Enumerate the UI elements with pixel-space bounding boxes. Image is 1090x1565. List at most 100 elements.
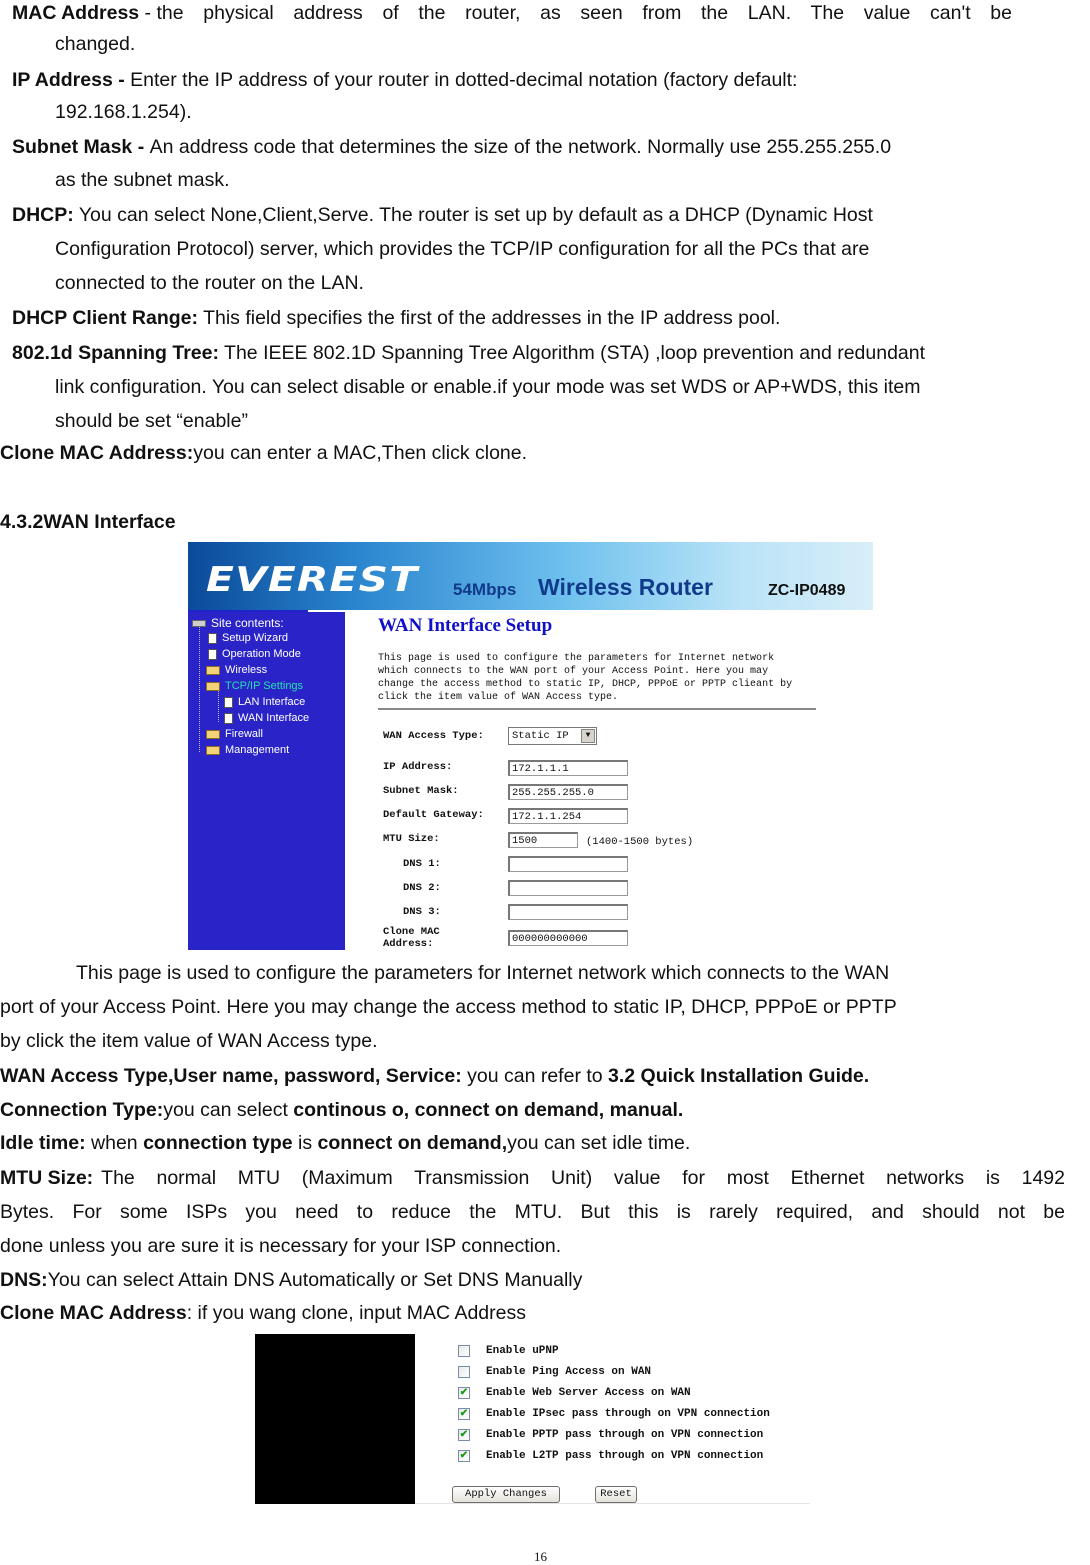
- def-text: You can select Attain DNS Automatically …: [47, 1269, 583, 1291]
- dns1-label: DNS 1:: [403, 858, 441, 870]
- def-text: link configuration. You can select disab…: [55, 376, 921, 398]
- term: DNS:: [0, 1269, 48, 1291]
- tree-item-firewall[interactable]: Firewall: [206, 728, 263, 740]
- folder-icon: [206, 745, 220, 755]
- wan-intro-line: by click the item value of WAN Access ty…: [0, 1030, 378, 1052]
- def-text: The IEEE 802.1D Spanning Tree Algorithm …: [218, 342, 926, 364]
- term: Clone MAC Address:: [0, 442, 194, 464]
- document-icon: [208, 648, 217, 660]
- option-web-server-access[interactable]: ✔ Enable Web Server Access on WAN: [458, 1387, 691, 1399]
- dns2-input[interactable]: [508, 880, 628, 896]
- def-connection-type: Connection Type:you can select continous…: [0, 1099, 683, 1121]
- checkbox-label: Enable uPNP: [486, 1345, 559, 1357]
- def-text: connected to the router on the LAN.: [55, 272, 364, 294]
- checkbox-upnp[interactable]: [458, 1345, 470, 1357]
- tree-item-label: Setup Wizard: [222, 632, 289, 644]
- def-text: when: [85, 1132, 144, 1154]
- checkbox-ipsec-passthrough[interactable]: ✔: [458, 1408, 470, 1420]
- def-idle-time: Idle time: when connection type is conne…: [0, 1132, 690, 1154]
- banner-model: ZC-IP0489: [768, 582, 846, 599]
- banner-product: Wireless Router: [538, 574, 713, 600]
- folder-icon: [206, 729, 220, 739]
- tree-item-wan-interface[interactable]: WAN Interface: [224, 712, 309, 724]
- tree-item-label: Management: [225, 744, 290, 756]
- wan-access-type-label: WAN Access Type:: [383, 730, 484, 742]
- def-clone-mac: Clone MAC Address:you can enter a MAC,Th…: [0, 442, 527, 464]
- tree-line: [199, 626, 200, 752]
- term: IP Address -: [12, 69, 131, 91]
- default-gateway-label: Default Gateway:: [383, 809, 484, 821]
- option-l2tp-passthrough[interactable]: ✔ Enable L2TP pass through on VPN connec…: [458, 1450, 763, 1462]
- tree-item-tcpip-settings[interactable]: TCP/IP Settings: [206, 680, 303, 692]
- checkbox-web-server-access[interactable]: ✔: [458, 1387, 470, 1399]
- dns2-label: DNS 2:: [403, 882, 441, 894]
- def-text: Configuration Protocol) server, which pr…: [55, 238, 870, 260]
- tree-item-operation-mode[interactable]: Operation Mode: [208, 648, 301, 660]
- wan-access-type-select[interactable]: Static IP ▼: [508, 727, 597, 745]
- option-pptp-passthrough[interactable]: ✔ Enable PPTP pass through on VPN connec…: [458, 1429, 763, 1441]
- subnet-mask-input[interactable]: 255.255.255.0: [508, 784, 628, 800]
- dns3-input[interactable]: [508, 904, 628, 920]
- def-emphasis: connection type: [143, 1132, 293, 1154]
- term: Clone MAC Address: [0, 1302, 187, 1324]
- checkbox-label: Enable PPTP pass through on VPN connecti…: [486, 1429, 764, 1441]
- folder-open-icon: [206, 681, 220, 691]
- def-text: Enter the IP address of your router in d…: [130, 69, 798, 91]
- def-text: changed.: [55, 33, 136, 55]
- def-dhcp: DHCP: You can select None,Client,Serve. …: [12, 204, 873, 226]
- tree-item-wireless[interactable]: Wireless: [206, 664, 267, 676]
- page-number: 16: [534, 1549, 547, 1564]
- tree-item-lan-interface[interactable]: LAN Interface: [224, 696, 305, 708]
- term: WAN Access Type,User name, password, Ser…: [0, 1065, 462, 1087]
- dropdown-arrow-icon[interactable]: ▼: [581, 729, 595, 743]
- term: Subnet Mask -: [12, 136, 150, 158]
- def-text: you can set idle time.: [507, 1132, 691, 1154]
- term: DHCP:: [12, 204, 74, 226]
- def-text: 192.168.1.254).: [55, 101, 192, 123]
- checkbox-pptp-passthrough[interactable]: ✔: [458, 1429, 470, 1441]
- def-text: you can select: [163, 1099, 294, 1121]
- def-text: : if you wang clone, input MAC Address: [186, 1302, 526, 1324]
- mtu-size-input[interactable]: 1500: [508, 832, 578, 848]
- checkbox-l2tp-passthrough[interactable]: ✔: [458, 1450, 470, 1462]
- apply-changes-button[interactable]: Apply Changes: [452, 1486, 560, 1503]
- clone-mac-input[interactable]: 000000000000: [508, 930, 628, 946]
- def-spanning-tree: 802.1d Spanning Tree: The IEEE 802.1D Sp…: [12, 342, 925, 364]
- term: MTU Size:: [0, 1167, 94, 1189]
- tree-item-setup-wizard[interactable]: Setup Wizard: [208, 632, 288, 644]
- def-text: as the subnet mask.: [55, 169, 230, 191]
- page-description: This page is used to configure the param…: [378, 653, 793, 703]
- tree-line: [218, 690, 219, 722]
- dns1-input[interactable]: [508, 856, 628, 872]
- def-options: continous o, connect on demand, manual.: [293, 1099, 684, 1121]
- router-screenshot-options: Enable uPNP Enable Ping Access on WAN ✔ …: [255, 1334, 810, 1506]
- term: DHCP Client Range:: [12, 307, 198, 329]
- blacked-out-region: [255, 1334, 415, 1504]
- reset-button[interactable]: Reset: [595, 1486, 637, 1503]
- folder-icon: [206, 665, 220, 675]
- def-ip-address: IP Address - Enter the IP address of you…: [12, 69, 797, 91]
- mtu-size-hint: (1400-1500 bytes): [586, 836, 694, 848]
- mtu-size-label: MTU Size:: [383, 833, 440, 845]
- tree-item-label: Operation Mode: [222, 648, 301, 660]
- option-upnp[interactable]: Enable uPNP: [458, 1345, 559, 1357]
- default-gateway-input[interactable]: 172.1.1.254: [508, 808, 628, 824]
- option-ipsec-passthrough[interactable]: ✔ Enable IPsec pass through on VPN conne…: [458, 1408, 770, 1420]
- router-banner: EVEREST 54Mbps Wireless Router ZC-IP0489: [188, 542, 873, 613]
- checkbox-label: Enable IPsec pass through on VPN connect…: [486, 1408, 770, 1420]
- checkbox-label: Enable Web Server Access on WAN: [486, 1387, 691, 1399]
- def-clone-mac-wan: Clone MAC Address: if you wang clone, in…: [0, 1302, 526, 1324]
- wan-intro-line: port of your Access Point. Here you may …: [0, 996, 897, 1018]
- tree-root[interactable]: Site contents:: [192, 616, 284, 630]
- site-contents-tree: Site contents: Setup Wizard Operation Mo…: [188, 612, 345, 950]
- document-icon: [224, 712, 233, 724]
- option-ping-access[interactable]: Enable Ping Access on WAN: [458, 1366, 651, 1378]
- checkbox-ping-access[interactable]: [458, 1366, 470, 1378]
- subnet-mask-label: Subnet Mask:: [383, 785, 459, 797]
- ip-address-input[interactable]: 172.1.1.1: [508, 760, 628, 776]
- section-heading: 4.3.2WAN Interface: [0, 511, 176, 533]
- def-text: done unless you are sure it is necessary…: [0, 1235, 562, 1257]
- checkbox-label: Enable Ping Access on WAN: [486, 1366, 652, 1378]
- def-text: you can enter a MAC,Then click clone.: [193, 442, 528, 464]
- tree-item-management[interactable]: Management: [206, 744, 289, 756]
